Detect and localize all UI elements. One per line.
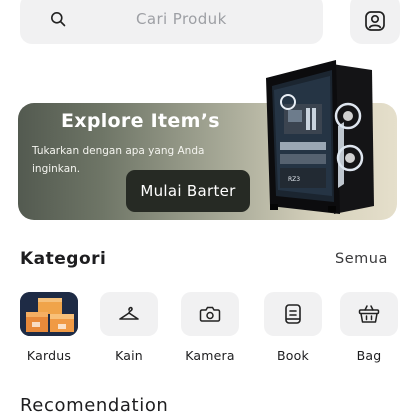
category-kamera[interactable] <box>181 292 239 336</box>
category-book[interactable] <box>264 292 322 336</box>
book-icon <box>285 304 301 324</box>
category-bag[interactable] <box>340 292 398 336</box>
category-kain[interactable] <box>100 292 158 336</box>
user-icon <box>365 11 385 31</box>
category-label-bag: Bag <box>356 348 382 363</box>
banner-title: Explore Item’s <box>61 110 220 132</box>
pc-badge: RZ3 <box>288 176 300 183</box>
hanger-icon <box>119 306 139 320</box>
pc-case-image: RZ3 <box>266 60 374 214</box>
search-input[interactable]: Cari Produk <box>20 0 323 44</box>
recommendation-title: Recomendation <box>20 395 169 416</box>
category-kardus[interactable] <box>20 292 78 336</box>
basket-icon <box>358 305 380 323</box>
profile-button[interactable] <box>350 0 400 44</box>
see-all-link[interactable]: Semua <box>335 251 388 267</box>
category-label-kain: Kain <box>115 348 143 363</box>
camera-icon <box>199 306 221 322</box>
search-icon <box>50 11 66 27</box>
box-image <box>20 292 78 336</box>
category-label-book: Book <box>277 348 309 363</box>
search-placeholder: Cari Produk <box>136 10 227 28</box>
category-label-kardus: Kardus <box>26 348 72 363</box>
categories-title: Kategori <box>20 249 107 269</box>
start-barter-button[interactable]: Mulai Barter <box>126 170 250 212</box>
category-label-kamera: Kamera <box>185 348 235 363</box>
